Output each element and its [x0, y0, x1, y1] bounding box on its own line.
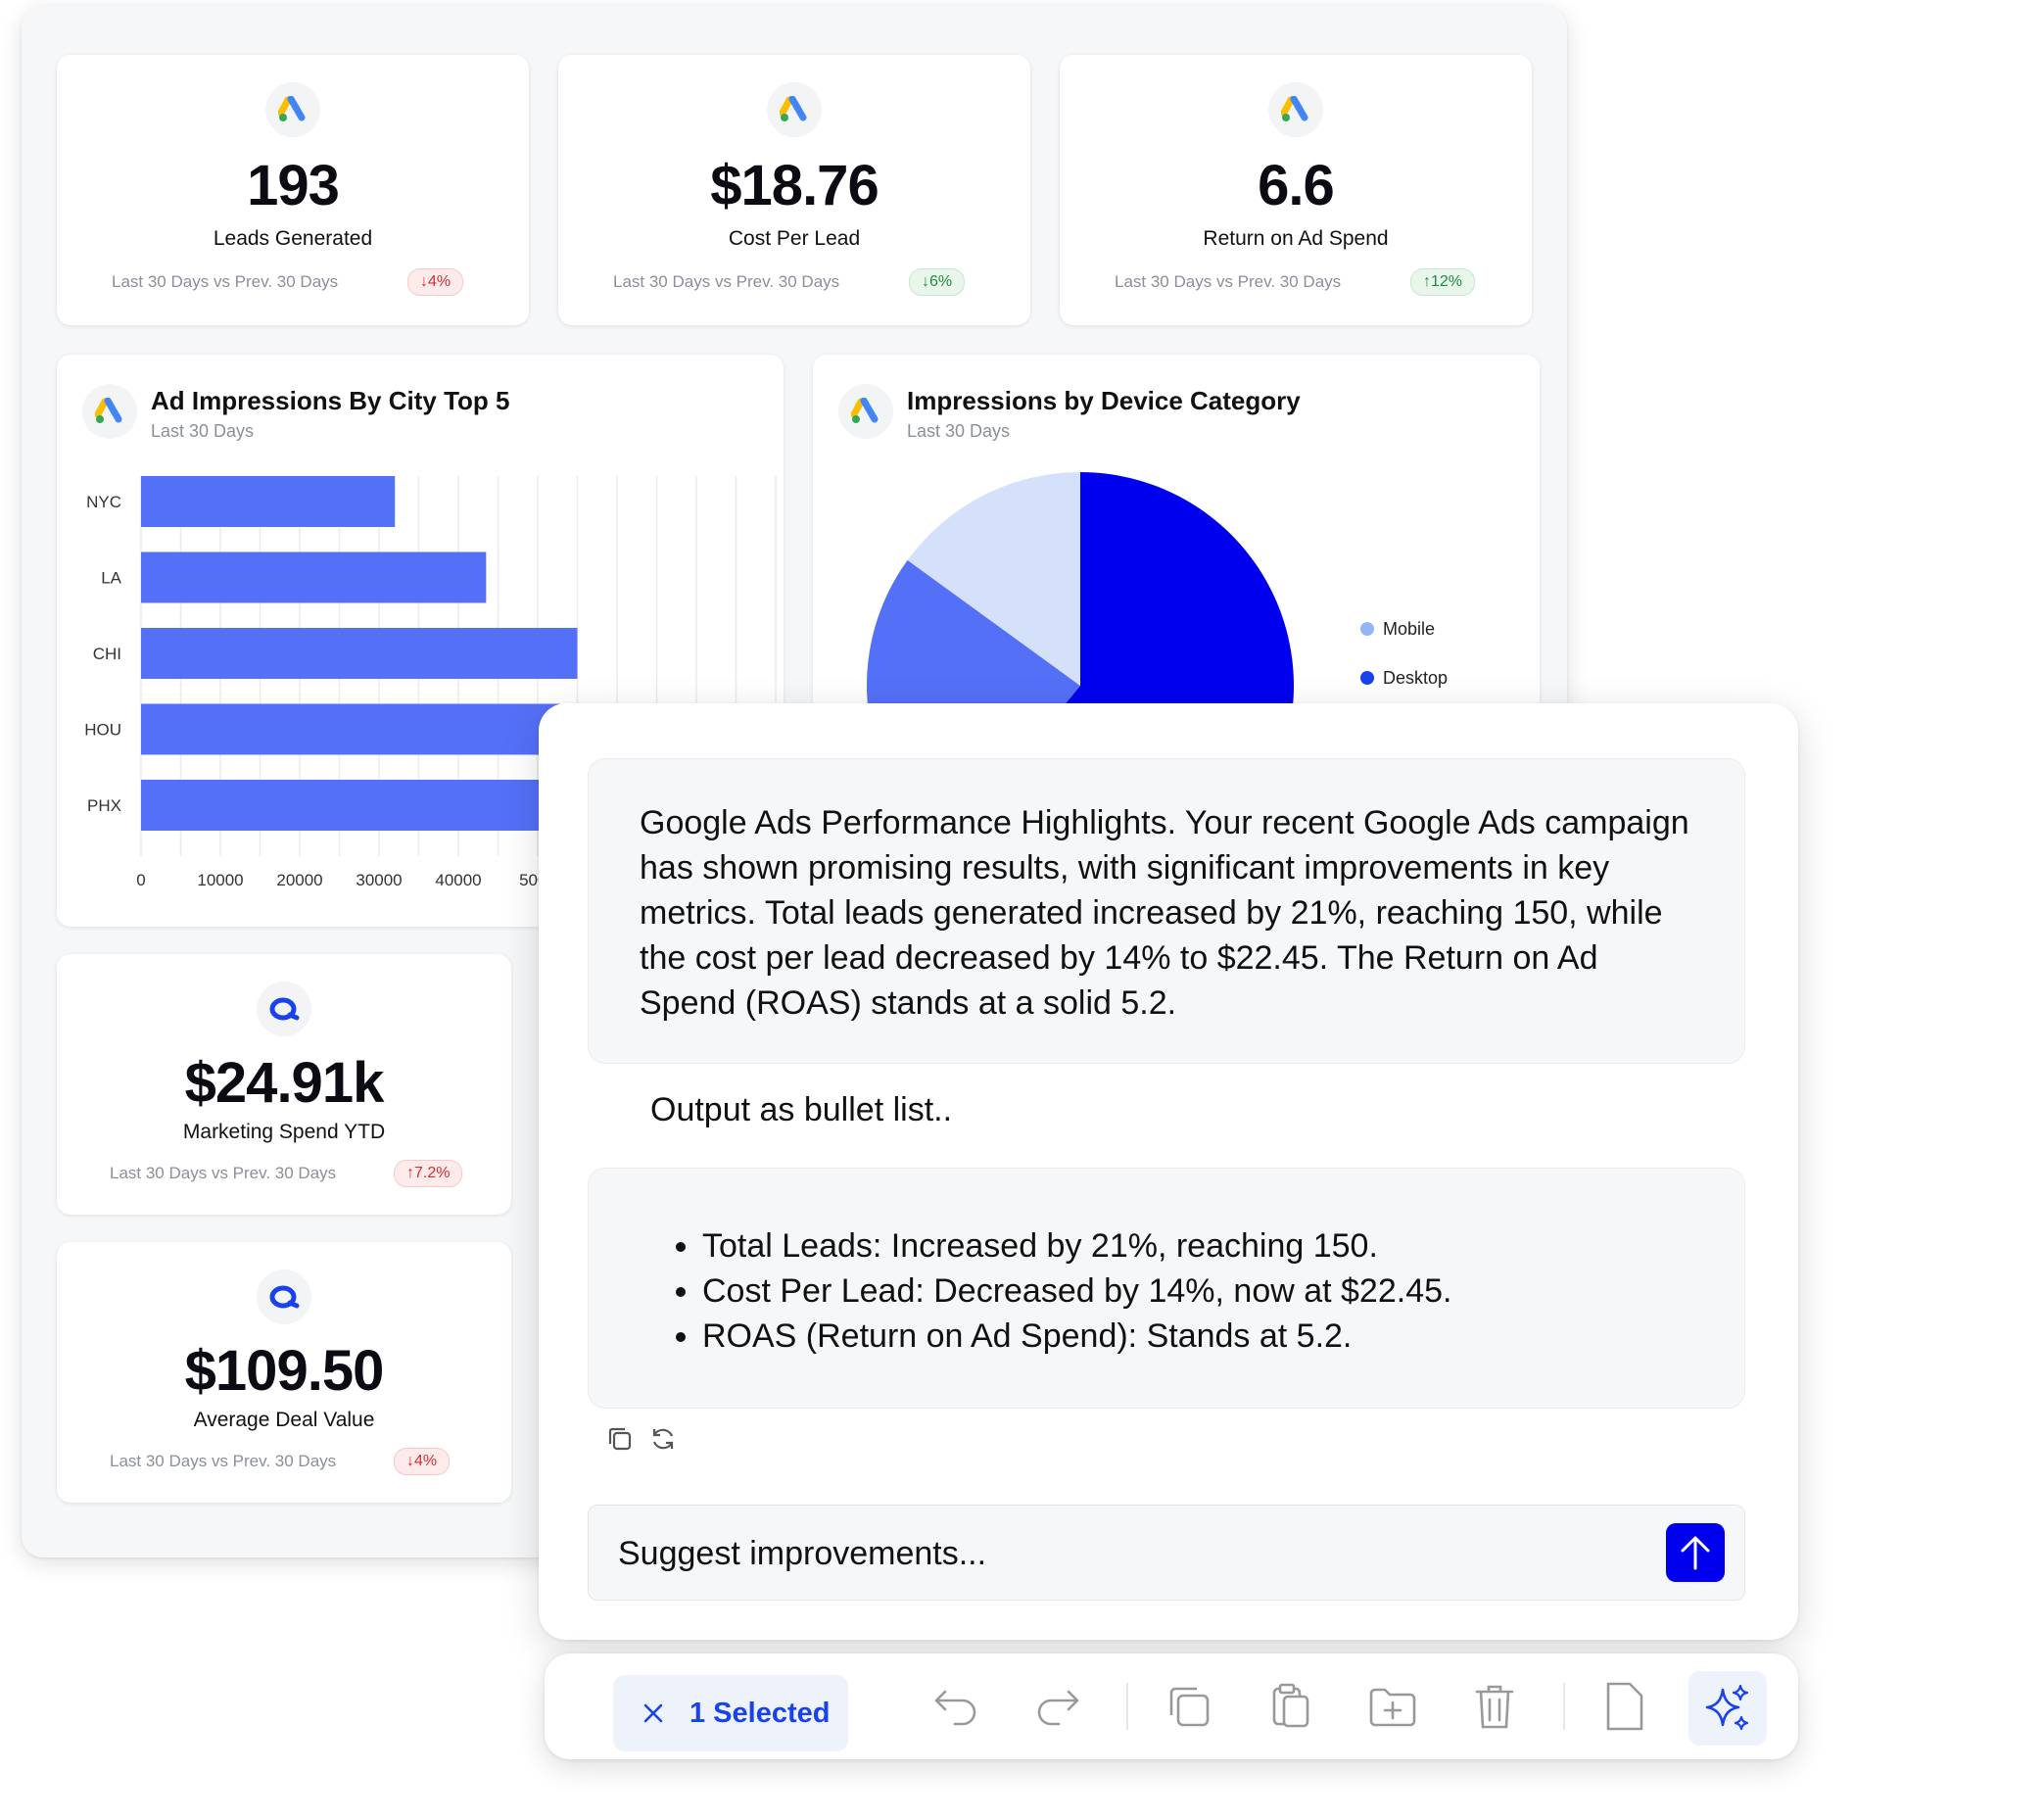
kpi-label: Cost Per Lead: [728, 227, 861, 250]
kpi-label: Marketing Spend YTD: [182, 1121, 386, 1143]
copy-message-button[interactable]: [605, 1424, 635, 1454]
page-icon: [1606, 1682, 1643, 1731]
ai-chat-panel: Google Ads Performance Highlights. Your …: [539, 703, 1798, 1640]
delete-button[interactable]: [1467, 1679, 1522, 1734]
crm-logo-icon: [257, 982, 311, 1036]
kpi-comparison: Last 30 Days vs Prev. 30 Days: [112, 272, 339, 291]
undo-button[interactable]: [928, 1679, 983, 1734]
bar-hou[interactable]: [141, 703, 562, 755]
toolbar-divider: [1126, 1683, 1128, 1730]
kpi-value: $109.50: [184, 1339, 385, 1403]
google-ads-icon: [767, 82, 822, 137]
new-page-button[interactable]: [1596, 1679, 1651, 1734]
redo-button[interactable]: [1030, 1679, 1085, 1734]
regenerate-button[interactable]: [648, 1424, 678, 1454]
prompt-input[interactable]: [616, 1525, 1599, 1582]
kpi-value: 193: [247, 154, 340, 217]
y-tick-label: PHX: [87, 796, 121, 815]
y-tick-label: NYC: [86, 493, 121, 511]
assistant-message: Google Ads Performance Highlights. Your …: [588, 758, 1745, 1064]
duplicate-button[interactable]: [1162, 1679, 1216, 1734]
arrow-up-icon: [1681, 1536, 1710, 1570]
copy-icon: [608, 1427, 632, 1451]
crm-logo-icon: [257, 1269, 311, 1324]
selected-count-label: 1 Selected: [689, 1697, 831, 1729]
legend-label: Mobile: [1383, 619, 1435, 639]
kpi-comparison: Last 30 Days vs Prev. 30 Days: [613, 272, 840, 291]
x-tick-label: 10000: [197, 871, 243, 889]
bullet-list: Total Leads: Increased by 21%, reaching …: [651, 1223, 1705, 1359]
kpi-card-cost-per-lead[interactable]: $18.76 Cost Per Lead Last 30 Days vs Pre…: [558, 55, 1030, 325]
kpi-card-roas[interactable]: 6.6 Return on Ad Spend Last 30 Days vs P…: [1060, 55, 1532, 325]
paste-button[interactable]: [1263, 1679, 1318, 1734]
list-item: Cost Per Lead: Decreased by 14%, now at …: [702, 1269, 1705, 1314]
kpi-card-leads[interactable]: 193 Leads Generated Last 30 Days vs Prev…: [57, 55, 529, 325]
sparkles-icon: [1705, 1684, 1749, 1731]
change-badge: ↑7.2%: [394, 1160, 463, 1187]
legend-marker: [1360, 671, 1374, 685]
bar-la[interactable]: [141, 551, 487, 603]
kpi-comparison: Last 30 Days vs Prev. 30 Days: [110, 1164, 337, 1182]
assistant-bullet-message: Total Leads: Increased by 21%, reaching …: [588, 1168, 1745, 1409]
change-badge: ↓6%: [909, 268, 966, 296]
copy-icon: [1169, 1687, 1210, 1727]
change-badge: ↓4%: [407, 268, 464, 296]
list-item: Total Leads: Increased by 21%, reaching …: [702, 1223, 1705, 1269]
undo-icon: [934, 1690, 976, 1726]
kpi-value: $18.76: [710, 154, 879, 217]
kpi-label: Return on Ad Spend: [1203, 227, 1389, 250]
change-badge: ↑12%: [1410, 268, 1476, 296]
bar-phx[interactable]: [141, 780, 547, 831]
assistant-message-text: Google Ads Performance Highlights. Your …: [640, 804, 1689, 1022]
redo-icon: [1037, 1690, 1079, 1726]
user-message: Output as bullet list..: [650, 1091, 953, 1128]
ai-assist-button[interactable]: [1688, 1671, 1767, 1746]
selection-toolbar: 1 Selected: [545, 1653, 1798, 1759]
google-ads-icon: [1268, 82, 1323, 137]
y-tick-label: CHI: [93, 645, 121, 663]
google-ads-icon: [265, 82, 320, 137]
kpi-value: $24.91k: [184, 1051, 385, 1115]
y-tick-label: HOU: [84, 721, 121, 740]
x-tick-label: 20000: [276, 871, 322, 889]
add-to-folder-button[interactable]: [1365, 1679, 1420, 1734]
kpi-comparison: Last 30 Days vs Prev. 30 Days: [110, 1452, 337, 1470]
close-icon[interactable]: [639, 1699, 668, 1728]
kpi-value: 6.6: [1258, 154, 1335, 217]
toolbar-divider: [1563, 1683, 1565, 1730]
x-tick-label: 30000: [356, 871, 402, 889]
paste-icon: [1272, 1683, 1309, 1728]
kpi-label: Average Deal Value: [193, 1409, 375, 1431]
selected-chip[interactable]: 1 Selected: [613, 1675, 848, 1751]
change-badge: ↓4%: [394, 1448, 451, 1475]
legend-marker: [1360, 622, 1374, 636]
kpi-label: Leads Generated: [213, 227, 373, 250]
kpi-comparison: Last 30 Days vs Prev. 30 Days: [1115, 272, 1342, 291]
refresh-icon: [652, 1428, 674, 1450]
x-tick-label: 0: [136, 871, 145, 889]
legend-label: Desktop: [1383, 668, 1448, 688]
y-tick-label: LA: [101, 569, 121, 588]
kpi-card-marketing-spend[interactable]: $24.91k Marketing Spend YTD Last 30 Days…: [57, 954, 511, 1215]
add-folder-icon: [1369, 1688, 1416, 1727]
prompt-input-box[interactable]: [588, 1505, 1745, 1601]
x-tick-label: 40000: [435, 871, 481, 889]
bar-chi[interactable]: [141, 628, 578, 679]
trash-icon: [1475, 1685, 1514, 1729]
list-item: ROAS (Return on Ad Spend): Stands at 5.2…: [702, 1314, 1705, 1359]
kpi-card-average-deal[interactable]: $109.50 Average Deal Value Last 30 Days …: [57, 1242, 511, 1503]
send-button[interactable]: [1666, 1523, 1725, 1582]
bar-nyc[interactable]: [141, 476, 396, 527]
